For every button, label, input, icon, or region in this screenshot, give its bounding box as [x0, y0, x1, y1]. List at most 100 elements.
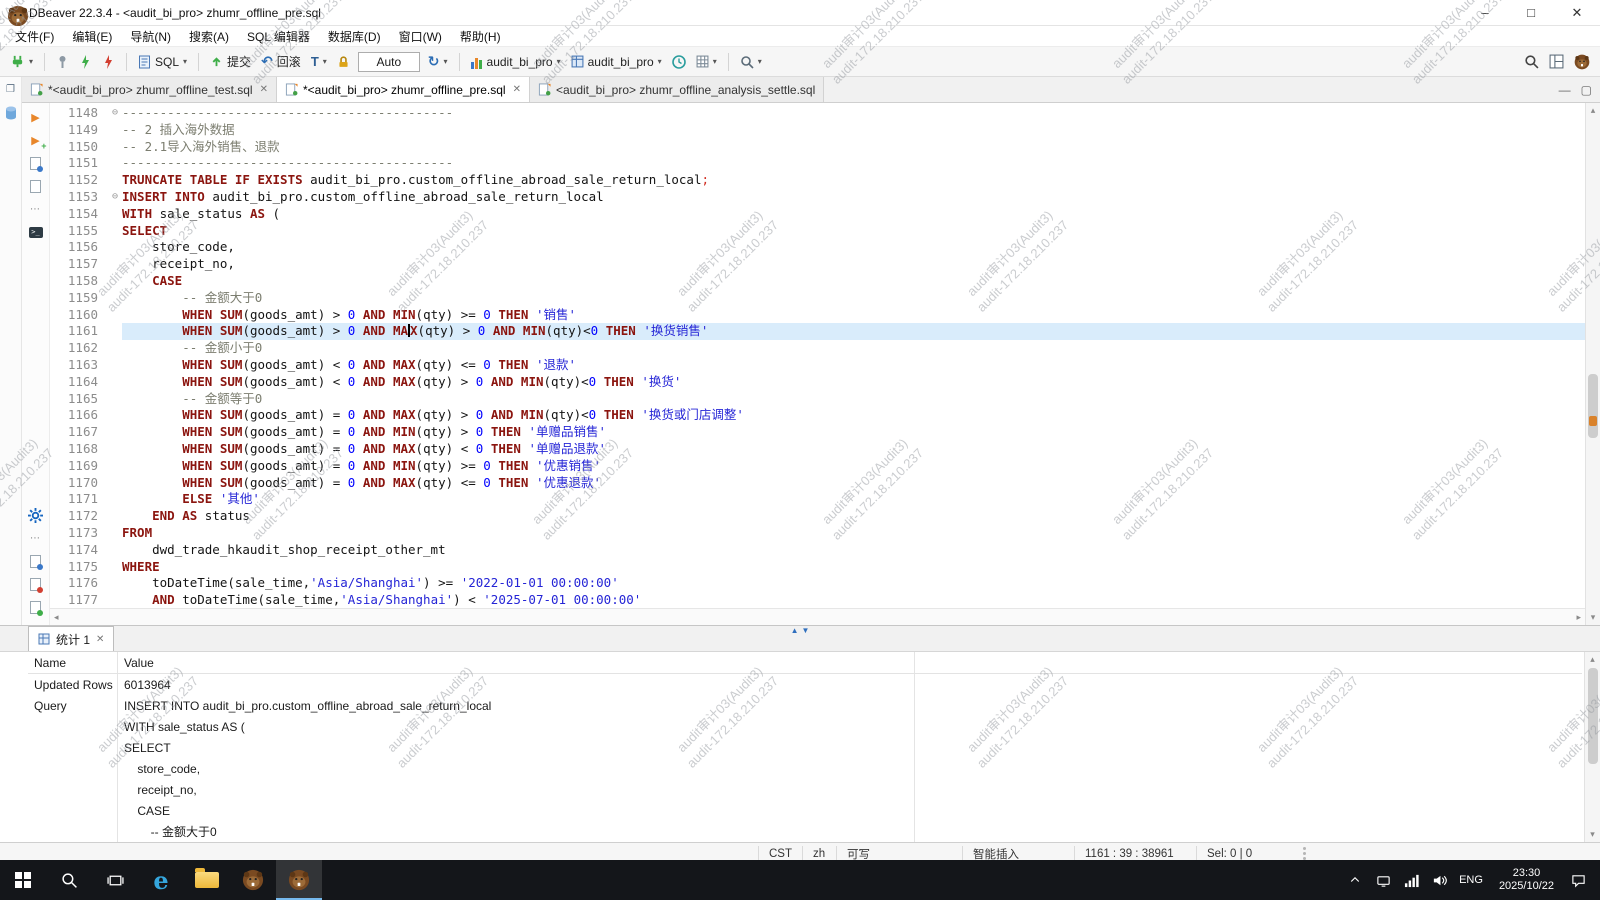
line-number[interactable]: 1157 — [50, 256, 108, 273]
code-editor[interactable]: 1148⊖-----------------------------------… — [50, 103, 1585, 625]
scrollbar-thumb[interactable] — [1588, 668, 1598, 764]
editor-tab-0[interactable]: *<audit_bi_pro> zhumr_offline_test.sql✕ — [22, 77, 277, 102]
code-line[interactable]: 1164 WHEN SUM(goods_amt) < 0 AND MAX(qty… — [50, 374, 1585, 391]
editor-tab-2[interactable]: <audit_bi_pro> zhumr_offline_analysis_se… — [530, 77, 824, 102]
editor-settings-gear-icon[interactable] — [27, 507, 45, 523]
connect-button[interactable] — [75, 53, 96, 71]
line-number[interactable]: 1169 — [50, 458, 108, 475]
fold-collapse-icon[interactable]: ⊖ — [108, 189, 122, 206]
line-number[interactable]: 1164 — [50, 374, 108, 391]
line-number[interactable]: 1159 — [50, 290, 108, 307]
table-row[interactable]: QueryINSERT INTO audit_bi_pro.custom_off… — [28, 695, 1582, 716]
tab-statistics[interactable]: 统计 1 ✕ — [28, 626, 114, 651]
code-line[interactable]: 1176 toDateTime(sale_time,'Asia/Shanghai… — [50, 575, 1585, 592]
code-line[interactable]: 1171 ELSE '其他' — [50, 491, 1585, 508]
code-line[interactable]: 1177 AND toDateTime(sale_time,'Asia/Shan… — [50, 592, 1585, 609]
taskbar-search-button[interactable] — [46, 860, 92, 900]
code-line[interactable]: 1153⊖INSERT INTO audit_bi_pro.custom_off… — [50, 189, 1585, 206]
status-timezone[interactable]: CST — [758, 846, 802, 860]
menu-item-0[interactable]: 文件(F) — [6, 26, 63, 47]
line-number[interactable]: 1156 — [50, 239, 108, 256]
minimize-view-icon[interactable]: — — [1559, 83, 1571, 97]
start-button[interactable] — [0, 860, 46, 900]
minimize-window-button[interactable]: – — [1462, 0, 1508, 25]
rollback-button[interactable]: ↶ 回滚 — [257, 51, 305, 72]
tray-network-icon[interactable] — [1397, 860, 1425, 900]
code-line[interactable]: 1175WHERE — [50, 559, 1585, 576]
sql-editor-button[interactable]: SQL ▾ — [134, 53, 191, 71]
code-line[interactable]: 1169 WHEN SUM(goods_amt) = 0 AND MIN(qty… — [50, 458, 1585, 475]
task-view-button[interactable] — [92, 860, 138, 900]
code-line[interactable]: 1163 WHEN SUM(goods_amt) < 0 AND MAX(qty… — [50, 357, 1585, 374]
menu-item-3[interactable]: 搜索(A) — [180, 26, 238, 47]
table-row[interactable]: receipt_no, — [28, 779, 1582, 800]
close-icon[interactable]: ✕ — [513, 84, 521, 95]
line-number[interactable]: 1167 — [50, 424, 108, 441]
tray-volume-icon[interactable] — [1425, 860, 1453, 900]
code-line[interactable]: 1160 WHEN SUM(goods_amt) > 0 AND MIN(qty… — [50, 307, 1585, 324]
code-line[interactable]: 1157 receipt_no, — [50, 256, 1585, 273]
open-console-button[interactable]: >_ — [27, 224, 45, 240]
scroll-down-icon[interactable]: ▾ — [1591, 612, 1596, 623]
line-number[interactable]: 1172 — [50, 508, 108, 525]
column-header[interactable]: Value — [118, 652, 915, 673]
taskbar-edge-icon[interactable]: e — [138, 860, 184, 900]
refresh-button[interactable]: ↻ ▾ — [424, 51, 452, 72]
scroll-up-icon[interactable]: ▴ — [1591, 105, 1596, 116]
taskbar-explorer-icon[interactable] — [184, 860, 230, 900]
code-line[interactable]: 1150-- 2.1导入海外销售、退款 — [50, 139, 1585, 156]
tray-chevron-icon[interactable] — [1341, 860, 1369, 900]
menu-item-6[interactable]: 窗口(W) — [390, 26, 451, 47]
vertical-scrollbar[interactable]: ▴ ▾ — [1585, 103, 1600, 625]
code-line[interactable]: 1172 END AS status — [50, 508, 1585, 525]
line-number[interactable]: 1152 — [50, 172, 108, 189]
line-number[interactable]: 1175 — [50, 559, 108, 576]
scrollbar-thumb[interactable] — [1588, 374, 1598, 438]
action-center-icon[interactable] — [1564, 860, 1592, 900]
code-line[interactable]: 1158 CASE — [50, 273, 1585, 290]
line-number[interactable]: 1151 — [50, 155, 108, 172]
line-number[interactable]: 1174 — [50, 542, 108, 559]
code-line[interactable]: 1167 WHEN SUM(goods_amt) = 0 AND MIN(qty… — [50, 424, 1585, 441]
menu-item-5[interactable]: 数据库(D) — [319, 26, 390, 47]
column-header[interactable]: Name — [28, 652, 118, 673]
taskbar-dbeaver-icon-active[interactable] — [276, 860, 322, 900]
time-settings-button[interactable] — [668, 53, 690, 71]
table-row[interactable]: Updated Rows6013964 — [28, 674, 1582, 695]
table-row[interactable]: -- 金额大于0 — [28, 821, 1582, 842]
menu-item-7[interactable]: 帮助(H) — [451, 26, 510, 47]
toolbar-search-button[interactable]: ▾ — [736, 53, 766, 71]
code-line[interactable]: 1154WITH sale_status AS ( — [50, 206, 1585, 223]
menu-item-2[interactable]: 导航(N) — [121, 26, 180, 47]
line-number[interactable]: 1170 — [50, 475, 108, 492]
panel-scrollbar[interactable]: ▴ ▾ — [1584, 652, 1600, 842]
disconnect-button[interactable] — [98, 53, 119, 71]
result-grid-button[interactable]: ▾ — [692, 53, 721, 70]
line-number[interactable]: 1149 — [50, 122, 108, 139]
tray-tablet-icon[interactable] — [1369, 860, 1397, 900]
commit-mode-select[interactable]: Auto — [358, 52, 420, 72]
clear-script-button[interactable] — [27, 576, 45, 592]
execute-script-button[interactable]: ▶+ — [27, 132, 45, 148]
database-select[interactable]: audit_bi_pro ▾ — [467, 53, 565, 71]
code-line[interactable]: 1159 -- 金额大于0 — [50, 290, 1585, 307]
load-script-button[interactable] — [27, 553, 45, 569]
line-number[interactable]: 1171 — [50, 491, 108, 508]
perspective-layout-button[interactable] — [1545, 52, 1568, 71]
code-line[interactable]: 1152TRUNCATE TABLE IF EXISTS audit_bi_pr… — [50, 172, 1585, 189]
line-number[interactable]: 1155 — [50, 223, 108, 240]
close-icon[interactable]: ✕ — [96, 634, 104, 645]
scroll-right-icon[interactable]: ▸ — [1576, 612, 1581, 623]
scroll-up-icon[interactable]: ▴ — [1590, 654, 1595, 665]
table-row[interactable]: CASE — [28, 800, 1582, 821]
execute-new-tab-button[interactable] — [27, 155, 45, 171]
fold-collapse-icon[interactable]: ⊖ — [108, 105, 122, 122]
code-line[interactable]: 1166 WHEN SUM(goods_amt) = 0 AND MAX(qty… — [50, 407, 1585, 424]
execute-statement-button[interactable]: ▶ — [27, 109, 45, 125]
status-selection[interactable]: Sel: 0 | 0 — [1196, 846, 1296, 860]
code-line[interactable]: 1168 WHEN SUM(goods_amt) = 0 AND MAX(qty… — [50, 441, 1585, 458]
line-number[interactable]: 1150 — [50, 139, 108, 156]
code-line[interactable]: 1155SELECT — [50, 223, 1585, 240]
editor-tab-1[interactable]: *<audit_bi_pro> zhumr_offline_pre.sql✕ — [277, 77, 530, 102]
status-language[interactable]: zh — [802, 846, 836, 860]
